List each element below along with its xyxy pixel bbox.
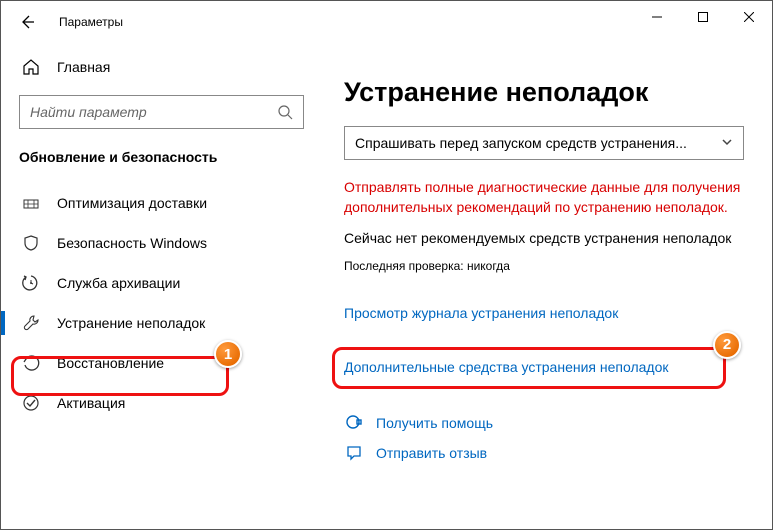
backup-icon xyxy=(21,273,41,293)
window-controls xyxy=(634,1,772,33)
sidebar-item-recovery[interactable]: Восстановление xyxy=(1,343,316,383)
home-icon xyxy=(21,57,41,77)
close-button[interactable] xyxy=(726,1,772,33)
sidebar-item-windows-security[interactable]: Безопасность Windows xyxy=(1,223,316,263)
sidebar-item-activation[interactable]: Активация xyxy=(1,383,316,423)
sidebar-item-backup[interactable]: Служба архивации xyxy=(1,263,316,303)
help-label: Получить помощь xyxy=(376,415,493,431)
minimize-icon xyxy=(652,12,662,22)
annotation-badge-2: 2 xyxy=(713,331,741,359)
sidebar-item-label: Устранение неполадок xyxy=(57,315,205,331)
sidebar-item-label: Служба архивации xyxy=(57,275,180,291)
sidebar: Главная Обновление и безопасность Оптими… xyxy=(1,43,316,529)
feedback-icon xyxy=(344,443,364,463)
last-check-text: Последняя проверка: никогда xyxy=(344,259,744,273)
feedback-label: Отправить отзыв xyxy=(376,445,487,461)
main-panel: Устранение неполадок Спрашивать перед за… xyxy=(316,43,772,529)
minimize-button[interactable] xyxy=(634,1,680,33)
search-icon xyxy=(277,104,293,120)
maximize-icon xyxy=(698,12,708,22)
back-button[interactable] xyxy=(17,12,37,32)
search-box[interactable] xyxy=(19,95,304,129)
dropdown-value: Спрашивать перед запуском средств устран… xyxy=(355,135,713,151)
chevron-down-icon xyxy=(721,135,733,151)
link-additional-troubleshooters[interactable]: Дополнительные средства устранения непол… xyxy=(344,359,744,375)
shield-icon xyxy=(21,233,41,253)
delivery-icon xyxy=(21,193,41,213)
search-input[interactable] xyxy=(30,104,277,120)
wrench-icon xyxy=(21,313,41,333)
titlebar: Параметры xyxy=(1,1,772,43)
sidebar-home[interactable]: Главная xyxy=(1,49,316,85)
help-icon xyxy=(344,413,364,433)
annotation-badge-1: 1 xyxy=(214,340,242,368)
sidebar-item-troubleshoot[interactable]: Устранение неполадок xyxy=(1,303,316,343)
settings-window: Параметры Главная Обновление и безопасно… xyxy=(0,0,773,530)
sidebar-item-label: Безопасность Windows xyxy=(57,235,207,251)
diagnostic-warning: Отправлять полные диагностические данные… xyxy=(344,178,744,217)
sidebar-home-label: Главная xyxy=(57,59,110,75)
status-text: Сейчас нет рекомендуемых средств устране… xyxy=(344,229,744,249)
sidebar-item-delivery-optimization[interactable]: Оптимизация доставки xyxy=(1,183,316,223)
sidebar-section-header: Обновление и безопасность xyxy=(1,143,316,183)
window-title: Параметры xyxy=(59,15,123,29)
link-feedback[interactable]: Отправить отзыв xyxy=(344,443,744,463)
maximize-button[interactable] xyxy=(680,1,726,33)
sidebar-item-label: Восстановление xyxy=(57,355,164,371)
page-title: Устранение неполадок xyxy=(344,77,744,108)
close-icon xyxy=(744,12,754,22)
arrow-left-icon xyxy=(19,14,35,30)
sidebar-item-label: Активация xyxy=(57,395,125,411)
activation-icon xyxy=(21,393,41,413)
troubleshoot-mode-dropdown[interactable]: Спрашивать перед запуском средств устран… xyxy=(344,126,744,160)
content: Главная Обновление и безопасность Оптими… xyxy=(1,43,772,529)
sidebar-item-label: Оптимизация доставки xyxy=(57,195,207,211)
link-history[interactable]: Просмотр журнала устранения неполадок xyxy=(344,305,744,321)
recovery-icon xyxy=(21,353,41,373)
link-get-help[interactable]: Получить помощь xyxy=(344,413,744,433)
